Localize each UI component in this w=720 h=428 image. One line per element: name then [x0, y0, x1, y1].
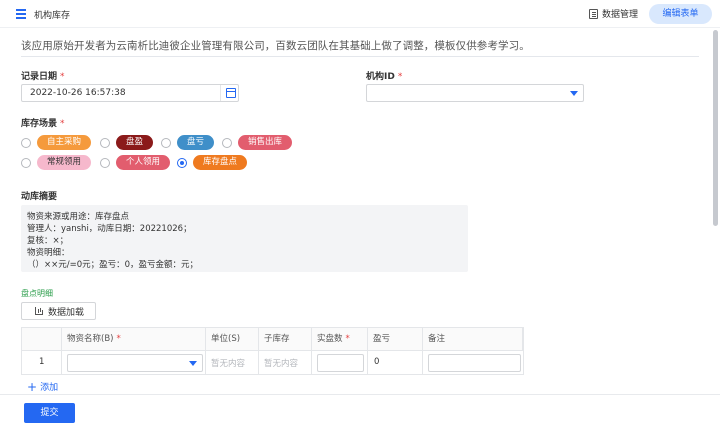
- edit-form-button[interactable]: 编辑表单: [649, 4, 712, 24]
- detail-table: 物资名称(B) * 单位(S) 子库存 实盘数 * 盈亏 备注 1 暂无内容 暂无内…: [21, 327, 524, 375]
- stocktake-detail-label: 盘点明细: [21, 289, 53, 298]
- required-mark: *: [397, 72, 403, 82]
- date-label-text: 记录日期: [21, 72, 58, 82]
- radio-circle[interactable]: [161, 137, 171, 148]
- data-management-label: 数据管理: [602, 10, 639, 20]
- item-name-select[interactable]: [67, 354, 203, 372]
- column-header-sub-stock: 子库存: [259, 328, 312, 350]
- document-icon: [589, 8, 598, 19]
- record-date-value: 2022-10-26 16:57:38: [30, 88, 126, 98]
- column-header-unit: 单位(S): [206, 328, 259, 350]
- radio-circle[interactable]: [21, 157, 31, 168]
- scene-tag: 常规领用: [37, 155, 92, 170]
- calendar-icon[interactable]: [220, 85, 238, 101]
- submit-button[interactable]: 提交: [24, 403, 75, 423]
- plus-icon: +: [27, 379, 38, 394]
- radio-circle-checked[interactable]: [177, 157, 187, 168]
- scene-option-deficit[interactable]: 盘亏: [161, 135, 215, 150]
- app-title: 机构库存: [34, 11, 71, 21]
- actual-count-cell: [312, 351, 368, 375]
- radio-circle[interactable]: [100, 157, 110, 168]
- profit-loss-cell: 0: [368, 351, 423, 375]
- actual-count-input[interactable]: [317, 354, 364, 372]
- column-header-text: 实盘数: [317, 334, 343, 344]
- scene-option-regular-use[interactable]: 常规领用: [21, 155, 92, 170]
- scene-option-self-purchase[interactable]: 自主采购: [21, 135, 92, 150]
- chevron-down-icon: [189, 361, 197, 366]
- sub-stock-placeholder: 暂无内容: [264, 359, 299, 369]
- menu-icon[interactable]: [16, 9, 26, 19]
- template-notice: 该应用原始开发者为云南析比迪彼企业管理有限公司，百数云团队在其基础上做了调整，模…: [21, 40, 530, 52]
- summary-line: 复核：×；: [27, 236, 69, 246]
- add-row-button[interactable]: + 添加: [27, 379, 59, 394]
- scene-tag: 销售出库: [238, 135, 293, 150]
- remark-cell: [423, 351, 523, 375]
- scene-option-surplus[interactable]: 盘盈: [100, 135, 154, 150]
- data-load-button[interactable]: 数据加载: [21, 302, 96, 320]
- summary-line: 管理人：yanshi，动库日期：20221026；: [27, 224, 192, 234]
- data-management-link[interactable]: 数据管理: [589, 7, 638, 20]
- column-header-actual-count: 实盘数 *: [312, 328, 368, 350]
- unit-cell: 暂无内容: [206, 351, 259, 375]
- summary-line: 物资明细：: [27, 248, 70, 258]
- item-name-cell: [62, 351, 206, 375]
- record-date-input[interactable]: 2022-10-26 16:57:38: [21, 84, 239, 102]
- column-header-item-name: 物资名称(B) *: [62, 328, 206, 350]
- unit-placeholder: 暂无内容: [211, 359, 246, 369]
- row-index-cell: 1: [22, 351, 62, 375]
- date-field-label: 记录日期 *: [21, 69, 65, 82]
- scene-option-sales-outbound[interactable]: 销售出库: [222, 135, 293, 150]
- scene-option-stocktake[interactable]: 库存盘点: [177, 155, 248, 170]
- required-mark: *: [60, 72, 65, 82]
- scene-option-personal-use[interactable]: 个人领用: [100, 155, 171, 170]
- data-load-label: 数据加载: [48, 307, 85, 318]
- profit-loss-value: 0: [374, 357, 380, 367]
- bar-chart-icon: [35, 307, 43, 315]
- form-footer: 提交: [0, 394, 720, 428]
- divider: [21, 56, 699, 57]
- required-mark: *: [345, 334, 350, 344]
- summary-label: 动库摘要: [21, 192, 58, 202]
- vertical-scrollbar[interactable]: [713, 30, 718, 226]
- radio-circle[interactable]: [222, 137, 232, 148]
- column-header-index: [22, 328, 62, 350]
- remark-input[interactable]: [428, 354, 521, 372]
- row-index: 1: [39, 357, 45, 367]
- org-id-select[interactable]: [366, 84, 584, 102]
- scene-label-text: 库存场景: [21, 119, 58, 129]
- chevron-down-icon: [570, 91, 578, 96]
- summary-line: （）××元/=0元；盈亏：0，盈亏金额：元；: [27, 260, 199, 270]
- add-row-label: 添加: [40, 383, 59, 393]
- radio-circle[interactable]: [21, 137, 31, 148]
- column-header-text: 物资名称(B): [67, 334, 114, 344]
- required-mark: *: [116, 334, 121, 344]
- scene-tag: 库存盘点: [193, 155, 248, 170]
- org-id-label-text: 机构ID: [366, 72, 395, 82]
- summary-line: 物资来源或用途：库存盘点: [27, 212, 130, 222]
- scene-tag: 自主采购: [37, 135, 92, 150]
- scene-field-label: 库存场景 *: [21, 116, 65, 129]
- sub-stock-cell: 暂无内容: [259, 351, 312, 375]
- required-mark: *: [60, 119, 65, 129]
- app-header: 机构库存 数据管理 编辑表单: [0, 0, 720, 28]
- radio-circle[interactable]: [100, 137, 110, 148]
- scene-tag: 盘盈: [116, 135, 154, 150]
- org-id-field-label: 机构ID *: [366, 69, 402, 82]
- column-header-profit-loss: 盈亏: [368, 328, 423, 350]
- scene-tag: 个人领用: [116, 155, 171, 170]
- scene-tag: 盘亏: [177, 135, 215, 150]
- summary-textarea: 物资来源或用途：库存盘点 管理人：yanshi，动库日期：20221026； 复…: [21, 205, 468, 272]
- column-header-remark: 备注: [423, 328, 523, 350]
